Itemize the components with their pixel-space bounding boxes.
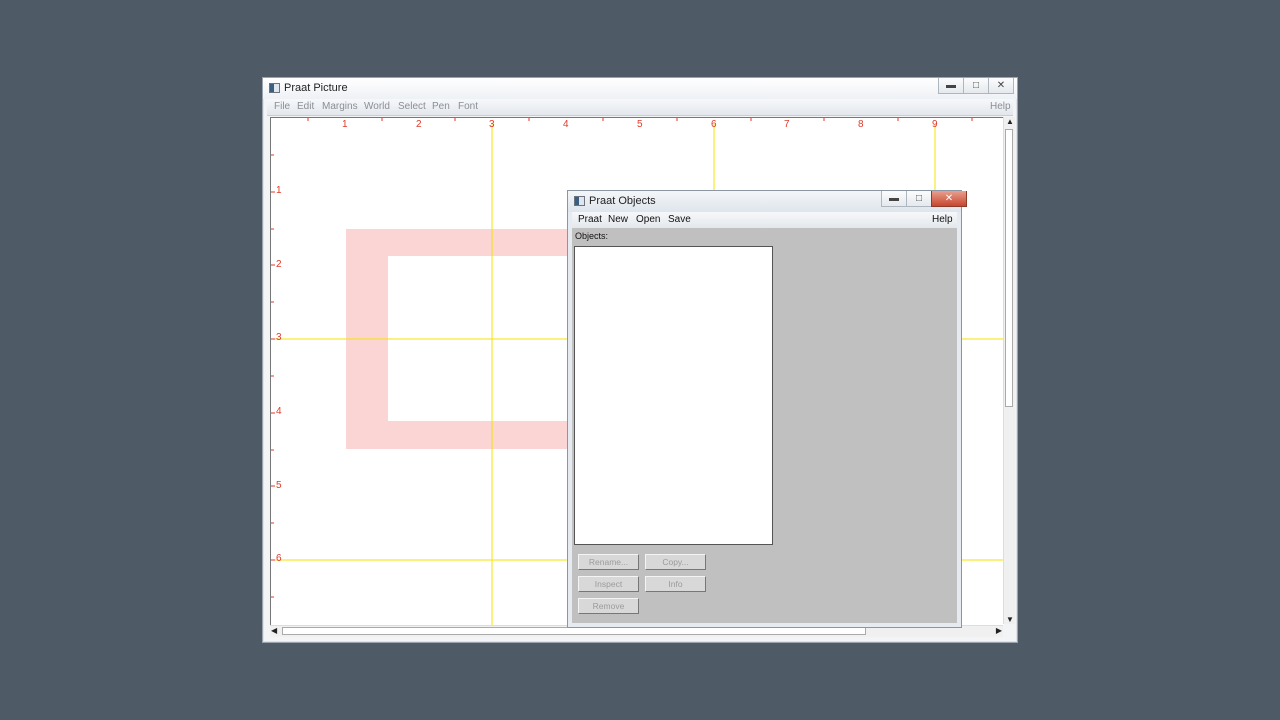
menu-font[interactable]: Font (458, 101, 478, 112)
menu-save[interactable]: Save (668, 214, 691, 225)
ruler-y-label: 3 (276, 332, 282, 343)
menu-file[interactable]: File (274, 101, 290, 112)
ruler-x-label: 3 (489, 119, 495, 130)
inspect-button[interactable]: Inspect (578, 576, 639, 592)
minimize-icon[interactable]: ▬ (881, 191, 907, 207)
praat-app-icon (269, 83, 280, 93)
vertical-scroll-thumb[interactable] (1005, 129, 1013, 407)
ruler-x-label: 6 (711, 119, 717, 130)
ruler-x-label: 7 (784, 119, 790, 130)
ruler-y-label: 1 (276, 185, 282, 196)
ruler-y-label: 4 (276, 406, 282, 417)
maximize-icon[interactable]: □ (963, 78, 989, 94)
scroll-up-icon[interactable]: ▲ (1006, 117, 1014, 126)
objects-list[interactable] (574, 246, 773, 545)
horizontal-scroll-thumb[interactable] (282, 627, 866, 635)
ruler-x-label: 9 (932, 119, 938, 130)
ruler-y-label: 6 (276, 553, 282, 564)
picture-titlebar[interactable]: Praat Picture ▬ □ ✕ (263, 78, 1017, 99)
info-button[interactable]: Info (645, 576, 706, 592)
scroll-down-icon[interactable]: ▼ (1006, 615, 1014, 624)
scroll-right-icon[interactable]: ▶ (996, 626, 1002, 635)
maximize-icon[interactable]: □ (906, 191, 932, 207)
remove-button[interactable]: Remove (578, 598, 639, 614)
vertical-scrollbar[interactable]: ▲ ▼ (1003, 117, 1015, 624)
praat-app-icon (574, 196, 585, 206)
menu-world[interactable]: World (364, 101, 390, 112)
ruler-x-label: 1 (342, 119, 348, 130)
ruler-y-label: 5 (276, 480, 282, 491)
menu-select[interactable]: Select (398, 101, 426, 112)
menu-pen[interactable]: Pen (432, 101, 450, 112)
ruler-y-label: 2 (276, 259, 282, 270)
menu-open[interactable]: Open (636, 214, 660, 225)
ruler-x-label: 5 (637, 119, 643, 130)
close-icon[interactable]: ✕ (931, 191, 967, 207)
praat-objects-window: Praat Objects ▬ □ ✕ Praat New Open Save … (567, 190, 967, 628)
menu-edit[interactable]: Edit (297, 101, 314, 112)
minimize-icon[interactable]: ▬ (938, 78, 964, 94)
close-icon[interactable]: ✕ (988, 78, 1014, 94)
scroll-left-icon[interactable]: ◀ (271, 626, 277, 635)
objects-menubar: Praat New Open Save Help (572, 212, 957, 229)
ruler-x-label: 8 (858, 119, 864, 130)
objects-window-title: Praat Objects (589, 195, 656, 207)
menu-praat[interactable]: Praat (578, 214, 602, 225)
objects-label: Objects: (575, 231, 609, 241)
objects-titlebar[interactable]: Praat Objects ▬ □ ✕ (568, 191, 967, 212)
menu-help[interactable]: Help (990, 101, 1011, 112)
menu-margins[interactable]: Margins (322, 101, 358, 112)
menu-new[interactable]: New (608, 214, 628, 225)
ruler-x-label: 4 (563, 119, 569, 130)
menu-help[interactable]: Help (932, 214, 953, 225)
objects-panel: Objects: Rename... Copy... Inspect Info … (572, 228, 957, 623)
ruler-x-label: 2 (416, 119, 422, 130)
picture-window-title: Praat Picture (284, 82, 348, 94)
copy-button[interactable]: Copy... (645, 554, 706, 570)
picture-menubar: File Edit Margins World Select Pen Font … (267, 99, 1013, 116)
rename-button[interactable]: Rename... (578, 554, 639, 570)
